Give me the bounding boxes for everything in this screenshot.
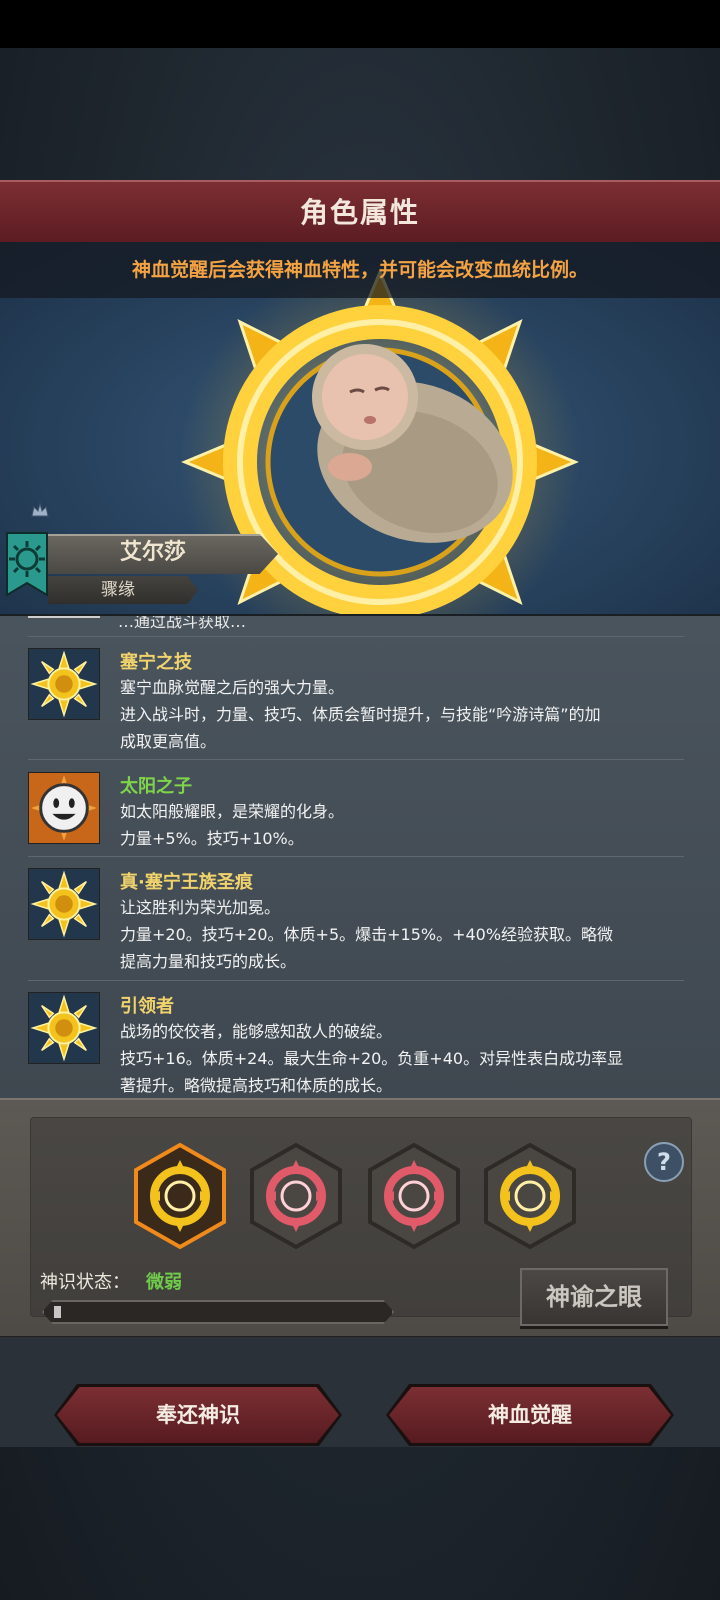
trait-description: 塞宁血脉觉醒之后的强大力量。 进入战斗时，力量、技巧、体质会暂时提升，与技能“吟…	[120, 678, 601, 751]
trait-name: 引领者	[120, 996, 174, 1017]
character-relation: 骤缘	[101, 580, 135, 600]
return-divine-label[interactable]: 奉还神识	[57, 1387, 339, 1443]
trait-divider	[28, 636, 684, 637]
divine-state-value: 微弱	[146, 1272, 182, 1293]
sun-emblem-icon	[28, 868, 100, 940]
trait-description: 战场的佼佼者，能够感知敌人的破绽。 技巧+16。体质+24。最大生命+20。负重…	[120, 1022, 624, 1095]
rank-crown-icon	[31, 502, 49, 517]
family-banner-icon[interactable]	[5, 531, 49, 597]
character-name: 艾尔莎	[119, 540, 186, 565]
divine-state-label: 神识状态：	[40, 1272, 130, 1293]
clipped-trait-text: …通过战斗获取…	[118, 614, 247, 631]
trait-divider	[28, 759, 684, 760]
page-title: 角色属性	[299, 196, 420, 229]
trait-description: 让这胜利为荣光加冕。 力量+20。技巧+20。体质+5。爆击+15%。+40%经…	[120, 898, 614, 971]
sun-emblem-icon	[28, 992, 100, 1064]
divine-slot-gold-selected-icon[interactable]	[132, 1142, 228, 1250]
trait-name: 真·塞宁王族圣痕	[120, 872, 253, 893]
divine-slot-red-icon[interactable]	[366, 1142, 462, 1250]
awaken-label[interactable]: 神血觉醒	[389, 1387, 671, 1443]
trait-name: 塞宁之技	[120, 652, 192, 673]
divine-slot-red-icon[interactable]	[248, 1142, 344, 1250]
awakening-hint: 神血觉醒后会获得神血特性，并可能会改变血统比例。	[131, 259, 588, 281]
header-bar: 角色属性	[0, 180, 720, 246]
trait-name: 太阳之子	[120, 776, 192, 797]
status-bar	[0, 0, 720, 48]
trait-description: 如太阳般耀眼，是荣耀的化身。 力量+5%。技巧+10%。	[120, 802, 345, 848]
clipped-divider	[28, 616, 100, 618]
smiley-sun-icon	[28, 772, 100, 844]
help-button[interactable]: ?	[644, 1142, 684, 1182]
trait-list[interactable]: …通过战斗获取… 塞宁之技 塞宁血脉觉醒之后的强大力量。 进入战斗时，力量、技巧…	[0, 614, 720, 1100]
divine-progress-fill	[54, 1306, 61, 1318]
divine-slot-gold-icon[interactable]	[482, 1142, 578, 1250]
divine-progress-bar	[42, 1300, 394, 1324]
trait-divider	[28, 980, 684, 981]
trait-divider	[28, 856, 684, 857]
oracle-eye-button[interactable]: 神谕之眼	[520, 1268, 668, 1326]
sun-emblem-icon	[28, 648, 100, 720]
